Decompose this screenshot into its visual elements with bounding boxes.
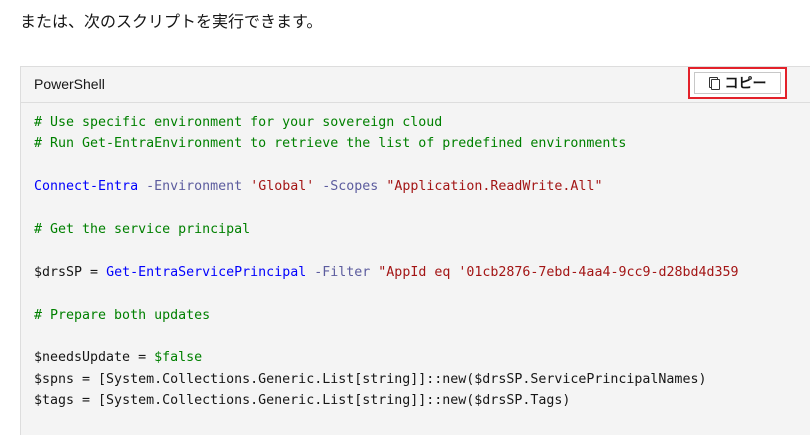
code-token-var: $tags bbox=[34, 393, 75, 409]
copy-icon bbox=[708, 77, 720, 90]
code-token-var: $spns bbox=[34, 371, 75, 387]
code-header: PowerShell コピー bbox=[21, 67, 810, 103]
code-token-comment: # Use specific environment for your sove… bbox=[34, 115, 443, 130]
code-token-bool: $false bbox=[154, 350, 203, 366]
code-line: $spns = [System.Collections.Generic.List… bbox=[34, 369, 810, 390]
code-token-cmd: Get-EntraServicePrincipal bbox=[106, 264, 307, 280]
code-language-label: PowerShell bbox=[34, 76, 105, 92]
code-line: # Run Get-EntraEnvironment to retrieve t… bbox=[34, 133, 810, 154]
code-token-comment: # Get the service principal bbox=[34, 221, 251, 237]
code-block: PowerShell コピー # Use specific environmen… bbox=[20, 66, 810, 435]
code-content[interactable]: # Use specific environment for your sove… bbox=[34, 112, 810, 411]
code-token-str: "AppId eq '01cb2876-7ebd-4aa4-9cc9-d28bd… bbox=[378, 264, 739, 280]
code-token-plain: = [System.Collections.Generic.List[strin… bbox=[74, 393, 571, 409]
code-token-plain: = bbox=[82, 264, 107, 280]
code-line: $needsUpdate = $false bbox=[34, 347, 810, 368]
code-token-str: "Application.ReadWrite.All" bbox=[386, 179, 603, 195]
code-line: Connect-Entra -Environment 'Global' -Sco… bbox=[34, 176, 810, 197]
code-token-comment: # Run Get-EntraEnvironment to retrieve t… bbox=[34, 136, 627, 152]
code-token-comment: # Prepare both updates bbox=[34, 307, 211, 323]
intro-text: または、次のスクリプトを実行できます。 bbox=[20, 12, 323, 31]
code-token-param: -Scopes bbox=[322, 179, 379, 195]
copy-button[interactable]: コピー bbox=[688, 67, 787, 99]
code-token-plain: = bbox=[130, 350, 155, 366]
code-token-param: -Environment bbox=[146, 179, 243, 195]
code-token-param: -Filter bbox=[314, 264, 371, 280]
code-token-str: 'Global' bbox=[250, 179, 315, 195]
code-line: # Prepare both updates bbox=[34, 305, 810, 326]
code-token-plain: = [System.Collections.Generic.List[strin… bbox=[74, 371, 707, 387]
code-line: $tags = [System.Collections.Generic.List… bbox=[34, 390, 810, 411]
code-token-var: $drsSP bbox=[34, 264, 83, 280]
copy-button-label: コピー bbox=[724, 76, 767, 92]
code-token-var: $needsUpdate bbox=[34, 350, 131, 366]
code-line: # Get the service principal bbox=[34, 219, 810, 240]
code-line: $drsSP = Get-EntraServicePrincipal -Filt… bbox=[34, 262, 810, 283]
code-line: # Use specific environment for your sove… bbox=[34, 112, 810, 133]
code-token-cmd: Connect-Entra bbox=[34, 179, 139, 195]
